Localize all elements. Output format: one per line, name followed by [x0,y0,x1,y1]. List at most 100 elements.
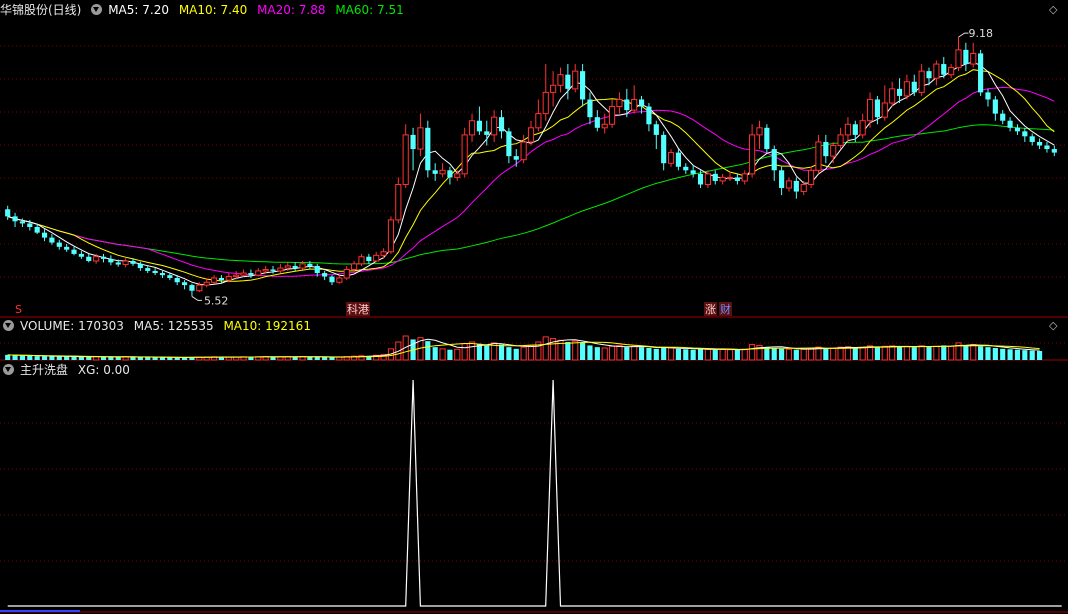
indicator-pane-menu-icon[interactable] [3,364,14,375]
candle [262,268,269,272]
diamond-icon[interactable]: ◇ [1049,319,1057,332]
candle [785,180,793,189]
candle [1044,145,1050,150]
candle [248,273,254,276]
candle [911,81,917,93]
volume-bar [78,356,84,360]
candle [963,49,969,65]
volume-bar [712,349,718,360]
volume-bar [542,336,549,361]
candle [852,124,858,135]
candle [800,183,807,193]
candle [27,223,33,227]
volume-menu-icon[interactable] [3,320,14,331]
volume-bar [1000,348,1006,360]
volume-bar [646,348,652,360]
candle [1014,127,1021,132]
volume-bar [704,348,711,361]
xg-line [7,379,1062,607]
volume-bar [152,357,158,360]
ma60-value: MA60: 7.51 [335,3,404,17]
candle [373,254,380,262]
candle [86,256,92,261]
volume-bar [941,345,947,360]
candle [726,176,734,179]
candle [402,134,409,185]
candle [1029,136,1035,142]
volume-bar [638,347,645,360]
volume-bar [137,357,143,360]
volume-bar [749,344,756,361]
candle [277,267,284,272]
volume-bars[interactable] [5,335,1043,361]
candle [56,242,62,247]
volume-bar [690,349,696,360]
diamond-icon[interactable]: ◇ [1049,3,1057,16]
candle [351,263,358,270]
ma10-line [7,69,1055,282]
candle [970,52,977,65]
candle [697,173,704,185]
candle [233,274,240,278]
candle [387,219,395,253]
candle [19,221,26,224]
indicator-menu-icon[interactable] [91,4,103,15]
volume-bar [56,356,62,360]
candle [380,251,387,256]
kline-chart-canvas[interactable]: 9.18 5.52 S 科港 涨财 [0,0,1068,614]
candle [100,256,107,259]
volume-bar [823,348,829,360]
volume-bar [1022,350,1028,360]
candle [307,263,313,266]
volume-bar [506,347,512,360]
candle [167,275,173,278]
volume-bar [631,345,638,361]
candle [918,70,925,93]
candle [314,265,320,274]
ma5-value: MA5: 7.20 [108,3,169,17]
volume-bar [726,349,734,361]
indicator-header: 主升洗盘 XG: 0.00 [0,361,136,379]
candle [896,88,903,96]
candle [210,277,218,283]
candle [985,92,991,100]
candle [484,131,490,135]
candlestick-series[interactable] [5,37,1057,297]
candle [71,249,77,254]
candle [5,209,11,217]
candle [587,99,593,118]
volume-bar [580,342,586,360]
candle [823,141,829,157]
ma60-line [7,124,1055,265]
volume-bar [874,347,880,360]
candle [292,265,298,269]
volume-bar [978,346,984,360]
volume-bar [5,354,11,360]
volume-bar [741,348,748,361]
candle [903,81,910,97]
volume-bar [859,346,866,361]
low-marker-pointer [191,295,202,301]
candle [189,285,195,291]
volume-bar [926,346,932,360]
volume-bar [64,356,70,360]
candle [542,91,549,115]
candle [284,265,291,269]
volume-bar [1014,349,1021,360]
candle [491,116,498,136]
candle [64,246,70,250]
volume-ma10-value: MA10: 192161 [223,319,311,333]
candle [520,141,527,161]
candle [572,70,579,90]
candle [941,64,947,75]
candle [454,173,461,178]
volume-bar [49,356,55,360]
volume-bar [992,348,998,360]
candle [881,102,888,118]
candle [933,63,940,79]
candle [741,173,748,182]
volume-bar [948,345,955,361]
event-badges[interactable]: S 科港 涨财 [14,302,732,316]
candle [926,71,932,79]
volume-bar [498,344,505,360]
